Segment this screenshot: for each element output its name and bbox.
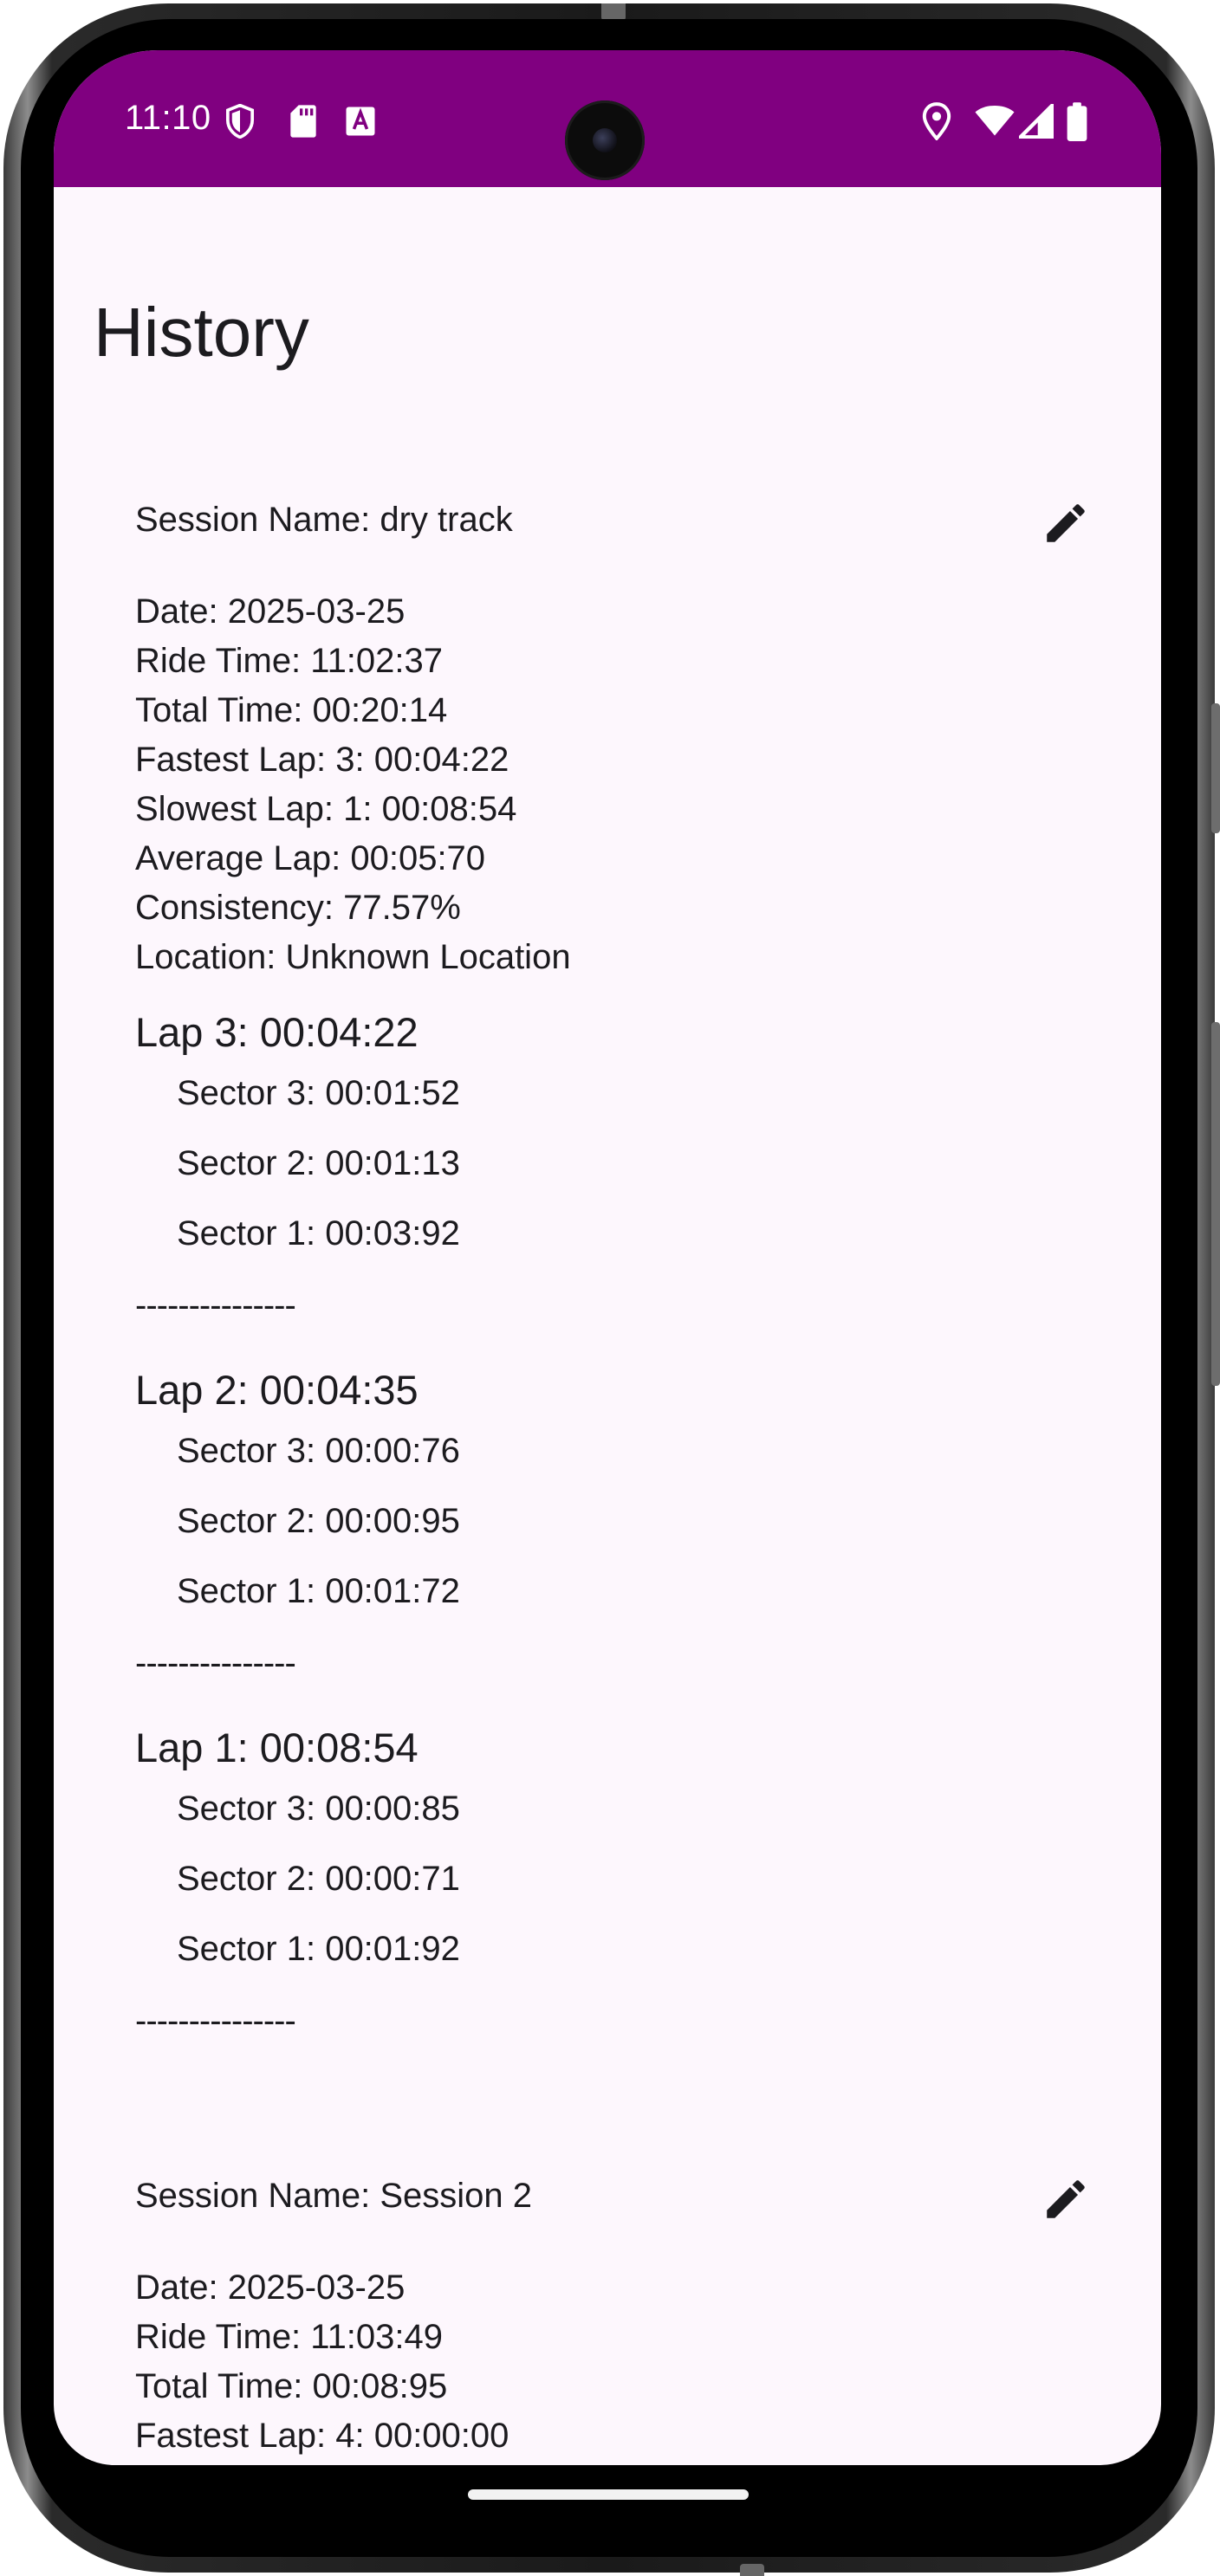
sector-time: Sector 3: 00:01:52 [177, 1074, 460, 1112]
session-date: Date: 2025-03-25 [135, 2269, 406, 2307]
status-time: 11:10 [125, 99, 211, 137]
pencil-icon [1047, 504, 1085, 542]
session-details: Date: 2025-03-25 Ride Time: 11:02:37 Tot… [135, 587, 571, 982]
edit-session-button[interactable] [1033, 490, 1099, 556]
sector-time: Sector 2: 00:00:95 [177, 1502, 460, 1540]
lap-separator: --------------- [135, 2002, 296, 2040]
sector-time: Sector 3: 00:00:76 [177, 1432, 460, 1470]
frame-notch-bottom [740, 2564, 764, 2576]
lap-title: Lap 3: 00:04:22 [135, 1009, 419, 1055]
wifi-icon [975, 106, 1015, 136]
sector-time: Sector 2: 00:00:71 [177, 1860, 460, 1898]
session-slowest-lap: Slowest Lap: 1: 00:08:54 [135, 790, 517, 828]
page-title: History [94, 294, 309, 371]
screen: 11:10 History Session Name: dry track Da… [54, 50, 1161, 2465]
session-ride-time: Ride Time: 11:02:37 [135, 642, 444, 680]
frame-notch-top [601, 3, 626, 21]
battery-icon [1067, 102, 1087, 141]
volume-button [1211, 1022, 1220, 1386]
sector-time: Sector 1: 00:01:72 [177, 1572, 460, 1610]
home-gesture-bar[interactable] [468, 2489, 749, 2500]
sector-time: Sector 1: 00:01:92 [177, 1930, 460, 1968]
front-camera [565, 100, 645, 180]
lap-item: Lap 3: 00:04:22 Sector 3: 00:01:52 Secto… [135, 1006, 1088, 1326]
session-ride-time: Ride Time: 11:03:49 [135, 2318, 444, 2356]
session-total-time: Total Time: 00:08:95 [135, 2367, 448, 2405]
pencil-icon [1047, 2180, 1085, 2218]
shield-icon [225, 104, 255, 139]
session-consistency: Consistency: 77.57% [135, 889, 461, 927]
session-fastest-lap: Fastest Lap: 3: 00:04:22 [135, 741, 509, 779]
status-bar: 11:10 [54, 50, 1161, 187]
session-details: Date: 2025-03-25 Ride Time: 11:03:49 Tot… [135, 2263, 509, 2461]
session-total-time: Total Time: 00:20:14 [135, 691, 448, 729]
lap-item: Lap 2: 00:04:35 Sector 3: 00:00:76 Secto… [135, 1364, 1088, 1684]
sector-time: Sector 1: 00:03:92 [177, 1214, 460, 1252]
edit-session-button[interactable] [1033, 2166, 1099, 2232]
session-name: Session Name: Session 2 [135, 2177, 533, 2215]
location-icon [922, 102, 951, 140]
power-button [1211, 703, 1220, 833]
history-screen[interactable]: History Session Name: dry track Date: 20… [54, 187, 1161, 2465]
lap-item: Lap 1: 00:08:54 Sector 3: 00:00:85 Secto… [135, 1722, 1088, 2042]
session-location: Location: Unknown Location [135, 938, 571, 976]
lap-separator: --------------- [135, 1644, 296, 1682]
session-average-lap: Average Lap: 00:05:70 [135, 839, 486, 877]
sd-card-icon [290, 105, 316, 138]
lap-separator: --------------- [135, 1286, 296, 1324]
lap-title: Lap 2: 00:04:35 [135, 1367, 419, 1413]
signal-icon [1019, 104, 1054, 139]
lap-title: Lap 1: 00:08:54 [135, 1725, 419, 1770]
session-fastest-lap: Fastest Lap: 4: 00:00:00 [135, 2417, 509, 2455]
session-name: Session Name: dry track [135, 501, 513, 539]
text-a-icon [346, 107, 375, 136]
sector-time: Sector 3: 00:00:85 [177, 1790, 460, 1828]
sector-time: Sector 2: 00:01:13 [177, 1144, 460, 1182]
session-date: Date: 2025-03-25 [135, 592, 406, 631]
